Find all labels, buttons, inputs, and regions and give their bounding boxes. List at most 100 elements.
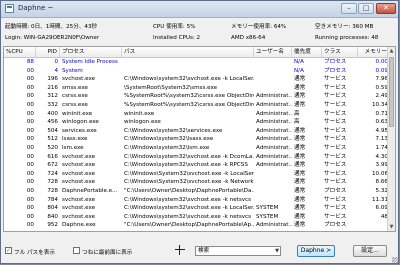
cell-user: Administrat... xyxy=(256,136,292,143)
maximize-button[interactable]: □ xyxy=(358,3,374,14)
column-header-process[interactable]: プロセス xyxy=(60,47,122,57)
cell-user: Administrat... xyxy=(256,127,292,134)
cell-priority: 通常 xyxy=(294,84,306,91)
cell-process: svchost.exe xyxy=(62,179,96,186)
table-header: %CPU PID プロセス パス ユーザー名 優先度 クラス メモリー xyxy=(4,47,390,58)
full-path-checkbox[interactable]: ✓ xyxy=(5,247,12,254)
daphne-menu-button[interactable]: Daphne > xyxy=(297,245,335,257)
cell-process: svchost.exe xyxy=(62,196,96,203)
cell-path: C:\Windows\system32\svchost.exe -k DcomL… xyxy=(124,153,254,160)
table-row[interactable]: 00 312 csrss.exe %SystemRoot%\system32\csrs… xyxy=(4,92,390,101)
cell-cpu: 00 xyxy=(26,110,34,117)
cell-priority: 通常 xyxy=(294,93,306,100)
cell-path: \SystemRoot\System32\smss.exe xyxy=(124,84,218,91)
app-icon xyxy=(5,4,14,13)
table-body: 88 0 System Idle Process N/A プロセス 0.00 00 4 Syst… xyxy=(4,58,390,230)
cell-pid: 728 xyxy=(47,179,58,186)
cell-user: Administrat... xyxy=(256,93,292,100)
cell-process: smss.exe xyxy=(62,84,88,91)
table-row[interactable]: 00 840 svchost.exe C:\Windows\system32\svch… xyxy=(4,213,390,222)
cell-process: svchost.exe xyxy=(62,162,96,169)
cell-path: C:\Windows\system32\svchost.exe -k RPCSS xyxy=(124,162,248,169)
crosshair-icon[interactable] xyxy=(175,245,185,255)
cell-pid: 512 xyxy=(47,136,58,143)
cell-cpu: 00 xyxy=(26,162,34,169)
column-header-path[interactable]: パス xyxy=(122,47,254,57)
title-bar[interactable]: Daphne ~ – □ ✕ xyxy=(1,1,398,18)
filter-select[interactable]: 検索 ▼ xyxy=(195,246,281,256)
table-row[interactable]: 00 784 svchost.exe C:\Windows\system32\svch… xyxy=(4,196,390,205)
table-row[interactable]: 00 728 DaphnePortable.e... "C:\Users\Owner\… xyxy=(4,187,390,196)
always-on-top-checkbox[interactable] xyxy=(73,247,80,254)
cell-path: %SystemRoot%\system32\csrss.exe ObjectDi… xyxy=(124,93,254,100)
process-table[interactable]: %CPU PID プロセス パス ユーザー名 優先度 クラス メモリー 88 0 S… xyxy=(3,46,396,232)
cell-pid: 4 xyxy=(54,67,58,74)
cell-user: SYSTEM xyxy=(256,213,279,220)
column-header-class[interactable]: クラス xyxy=(322,47,358,57)
cell-cpu: 00 xyxy=(26,213,34,220)
system-info-panel: 起動時間: 0日、1時間、25分、43秒 CPU 使用率: 5% メモリー使用率… xyxy=(1,18,399,46)
table-row[interactable]: 00 196 svchost.exe C:\Windows\system32\svch… xyxy=(4,75,390,84)
cell-cpu: 00 xyxy=(26,119,34,126)
cell-priority: 通常 xyxy=(294,101,306,108)
column-header-cpu[interactable]: %CPU xyxy=(4,47,36,57)
table-row[interactable]: 88 0 System Idle Process N/A プロセス 0.00 xyxy=(4,58,390,67)
table-row[interactable]: 00 512 lsass.exe C:\Windows\system32\lsass.… xyxy=(4,135,390,144)
minimize-button[interactable]: – xyxy=(341,3,357,14)
cell-memory: 48 xyxy=(380,213,388,220)
table-row[interactable]: 00 952 Daphne.exe "C:\Users\Owner\Desktop\D… xyxy=(4,221,390,230)
cell-process: csrss.exe xyxy=(62,93,88,100)
running-processes-text: Running processes: 48 xyxy=(315,35,379,41)
cell-path: %SystemRoot%\system32\csrss.exe ObjectDi… xyxy=(124,101,254,108)
column-header-pid[interactable]: PID xyxy=(36,47,60,57)
column-header-priority[interactable]: 優先度 xyxy=(292,47,322,57)
column-header-user[interactable]: ユーザー名 xyxy=(254,47,292,57)
cell-priority: 通常 xyxy=(294,144,306,151)
cell-pid: 520 xyxy=(47,144,58,151)
table-row[interactable]: 00 4 System N/A プロセス 0.09 xyxy=(4,67,390,76)
vertical-scrollbar[interactable]: ▲ ▼ xyxy=(387,47,395,231)
table-row[interactable]: 00 400 wininit.exe wininit.exe Administrat..… xyxy=(4,110,390,119)
architecture-text: AMD x86-64 xyxy=(231,35,266,41)
scroll-up-icon[interactable]: ▲ xyxy=(388,47,395,55)
table-row[interactable]: 00 504 services.exe C:\Windows\system32\ser… xyxy=(4,127,390,136)
cell-priority: 通常 xyxy=(294,76,306,83)
cell-pid: 672 xyxy=(47,162,58,169)
table-row[interactable]: 00 724 svchost.exe C:\Windows\System32\svch… xyxy=(4,170,390,179)
close-button[interactable]: ✕ xyxy=(376,3,396,14)
table-row[interactable]: 00 332 csrss.exe %SystemRoot%\system32\csrs… xyxy=(4,101,390,110)
cell-priority: 通常 xyxy=(294,179,306,186)
settings-button[interactable]: 設定... xyxy=(353,245,387,257)
scrollbar-thumb[interactable] xyxy=(389,57,394,127)
cell-class: サービス xyxy=(324,127,347,134)
table-row[interactable]: 00 456 winlogon.exe winlogon.exe Administrat… xyxy=(4,118,390,127)
cell-pid: 840 xyxy=(47,213,58,220)
cell-process: svchost.exe xyxy=(62,205,96,212)
column-header-memory[interactable]: メモリー xyxy=(358,47,390,57)
cell-class: サービス xyxy=(324,110,347,117)
table-row[interactable]: 00 216 smss.exe \SystemRoot\System32\smss.e… xyxy=(4,84,390,93)
cell-cpu: 00 xyxy=(26,67,34,74)
resize-grip-icon[interactable] xyxy=(392,257,398,263)
cell-process: csrss.exe xyxy=(62,101,88,108)
cell-priority: N/A xyxy=(294,67,304,74)
cell-path: C:\Windows\system32\lsass.exe xyxy=(124,136,214,143)
table-row[interactable]: 00 672 svchost.exe C:\Windows\system32\svch… xyxy=(4,161,390,170)
table-row[interactable]: 00 520 lsm.exe C:\Windows\system32\lsm.exe A… xyxy=(4,144,390,153)
table-row[interactable]: 00 728 svchost.exe C:\Windows\System32\svch… xyxy=(4,178,390,187)
cell-priority: N/A xyxy=(294,59,304,65)
cell-memory: 0.63 xyxy=(375,119,388,126)
cell-cpu: 00 xyxy=(26,101,34,108)
table-row[interactable]: 00 804 svchost.exe C:\Windows\system32\svch… xyxy=(4,204,390,213)
cell-priority: 通常 xyxy=(294,127,306,134)
cell-process: svchost.exe xyxy=(62,170,96,177)
table-row[interactable]: 00 616 svchost.exe C:\Windows\system32\svch… xyxy=(4,153,390,162)
cell-path: C:\Windows\system32\svchost.exe -k Local… xyxy=(124,76,254,83)
scroll-down-icon[interactable]: ▼ xyxy=(388,223,395,231)
cell-priority: 通常 xyxy=(294,153,306,160)
uptime-text: 起動時間: 0日、1時間、25分、43秒 xyxy=(5,24,98,30)
cell-cpu: 00 xyxy=(26,153,34,160)
cell-class: サービス xyxy=(324,205,347,212)
cell-path: C:\Windows\System32\svchost.exe -k Local… xyxy=(124,170,254,177)
cell-pid: 952 xyxy=(47,222,58,229)
